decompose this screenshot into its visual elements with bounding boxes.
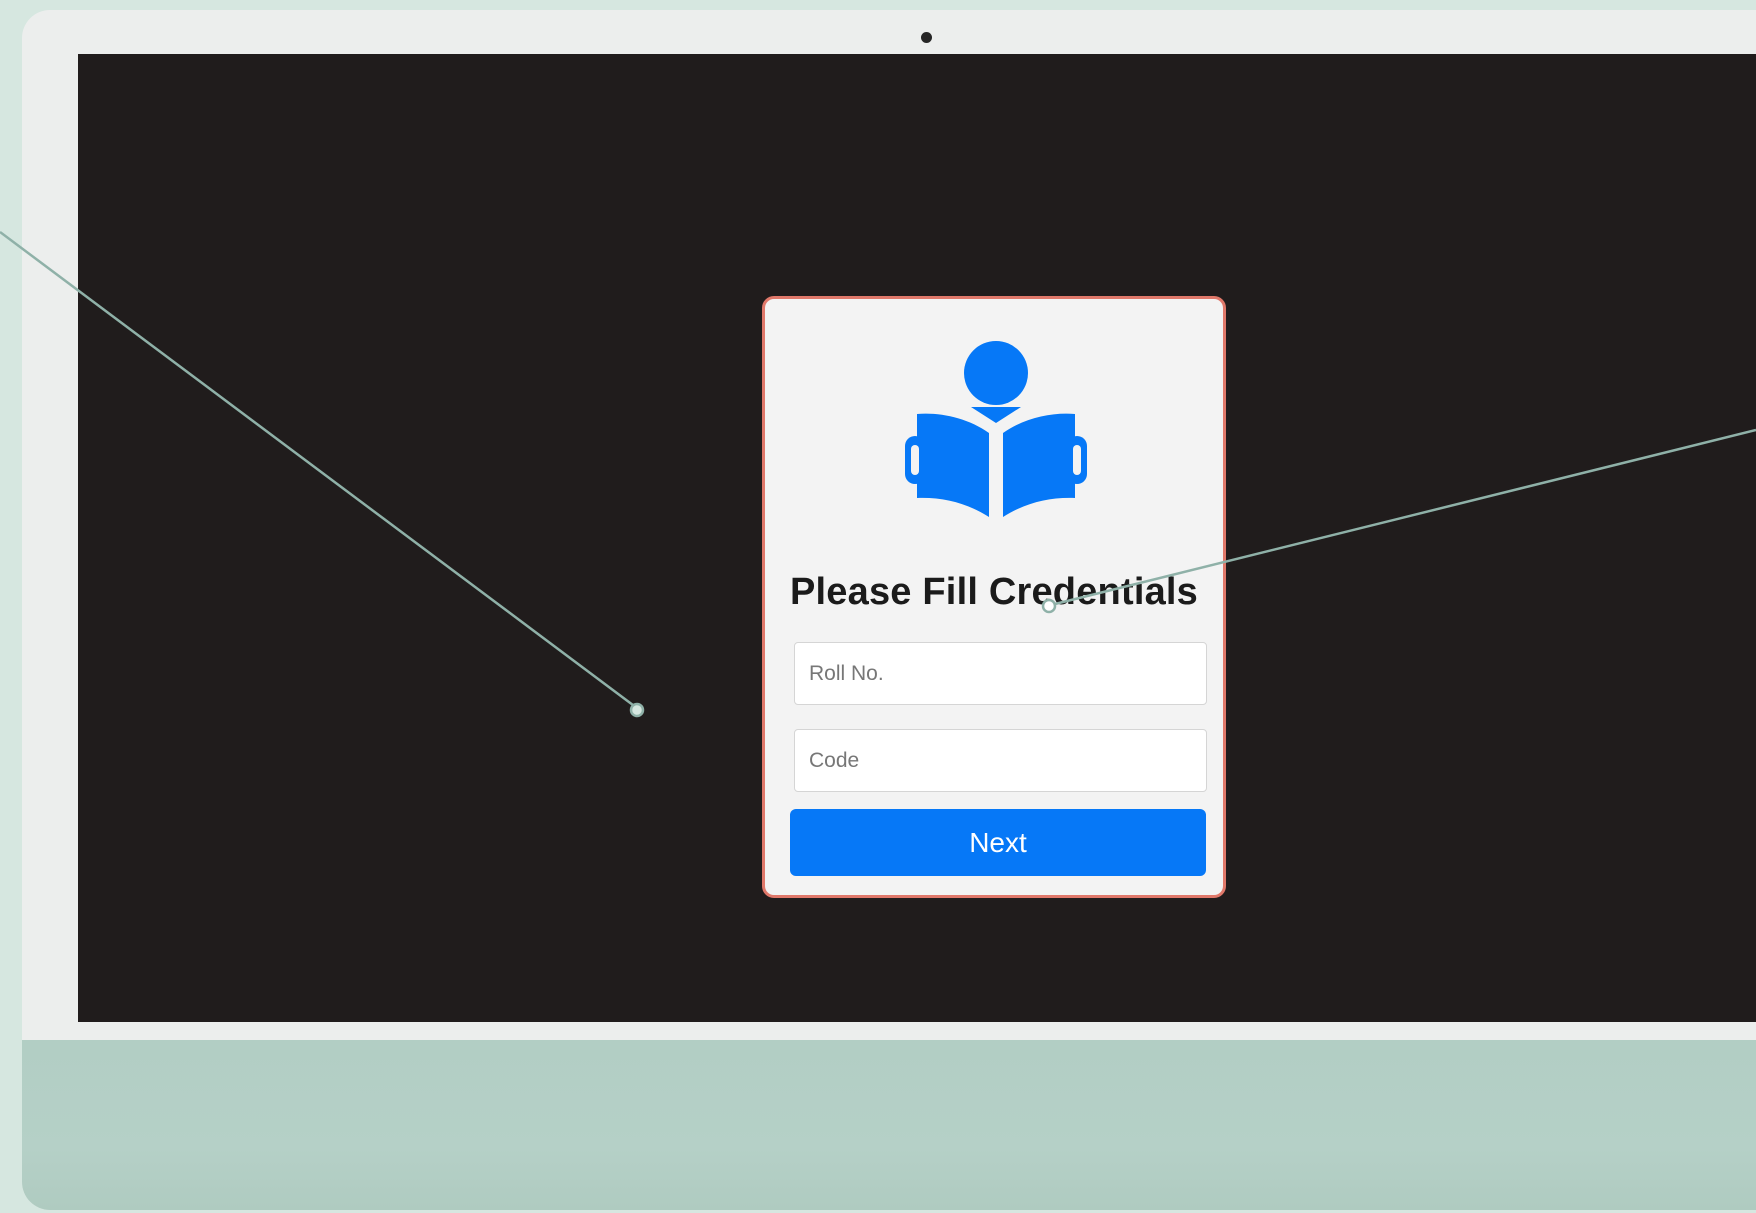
- device-chin: [22, 1040, 1756, 1210]
- next-button[interactable]: Next: [790, 809, 1206, 876]
- page-title: Please Fill Credentials: [790, 571, 1198, 613]
- roll-number-input[interactable]: [794, 642, 1207, 705]
- app-screen: Please Fill Credentials Next: [78, 54, 1756, 1022]
- reading-book-icon: [905, 341, 1087, 517]
- login-card: Please Fill Credentials Next: [762, 296, 1226, 898]
- code-input[interactable]: [794, 729, 1207, 792]
- device-frame: Please Fill Credentials Next: [22, 10, 1756, 1210]
- camera-dot: [921, 32, 932, 43]
